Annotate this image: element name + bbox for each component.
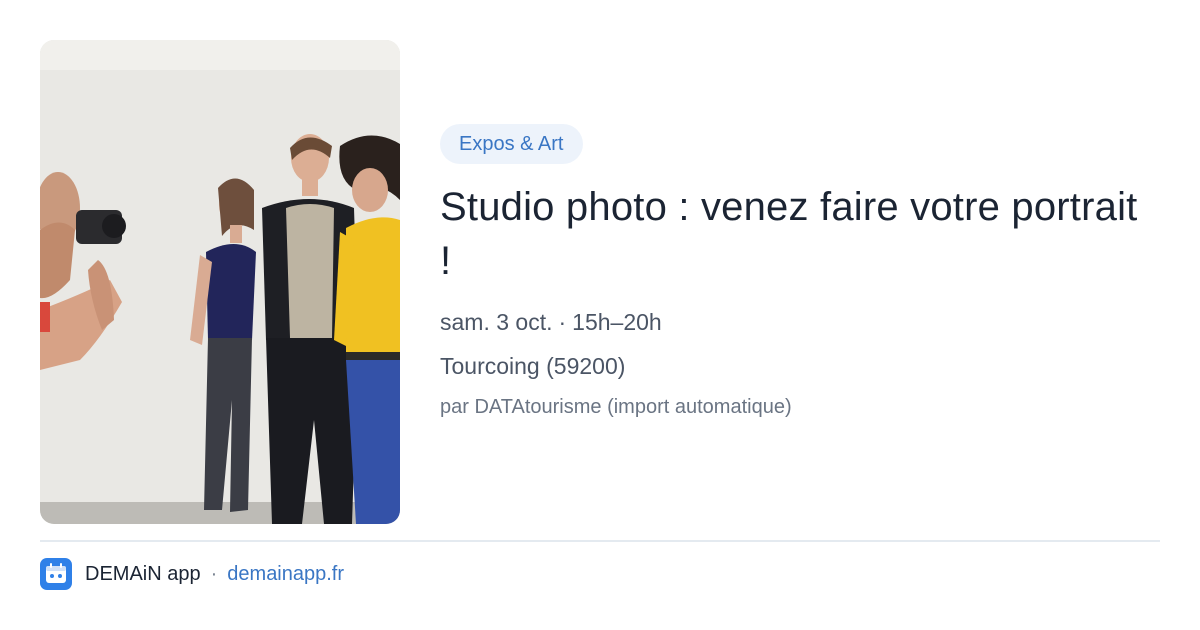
footer-separator: · [210,562,218,585]
date-separator: · [558,309,567,335]
event-time: 15h–20h [572,309,662,335]
event-date: sam. 3 oct. [440,309,553,335]
event-info: Expos & Art Studio photo : venez faire v… [440,124,1140,422]
app-logo-icon [40,558,72,590]
event-datetime: sam. 3 oct. · 15h–20h [440,306,1140,338]
event-photo [40,40,400,524]
event-location: Tourcoing (59200) [440,353,626,379]
footer-divider [40,540,1160,542]
domain-link[interactable]: demainapp.fr [227,563,344,586]
event-title[interactable]: Studio photo : venez faire votre portrai… [440,180,1140,288]
app-name: DEMAiN app [85,562,201,585]
footer: DEMAiN app · demainapp.fr [40,558,344,590]
category-badge[interactable]: Expos & Art [440,124,583,164]
event-source: par DATAtourisme (import automatique) [440,396,792,418]
